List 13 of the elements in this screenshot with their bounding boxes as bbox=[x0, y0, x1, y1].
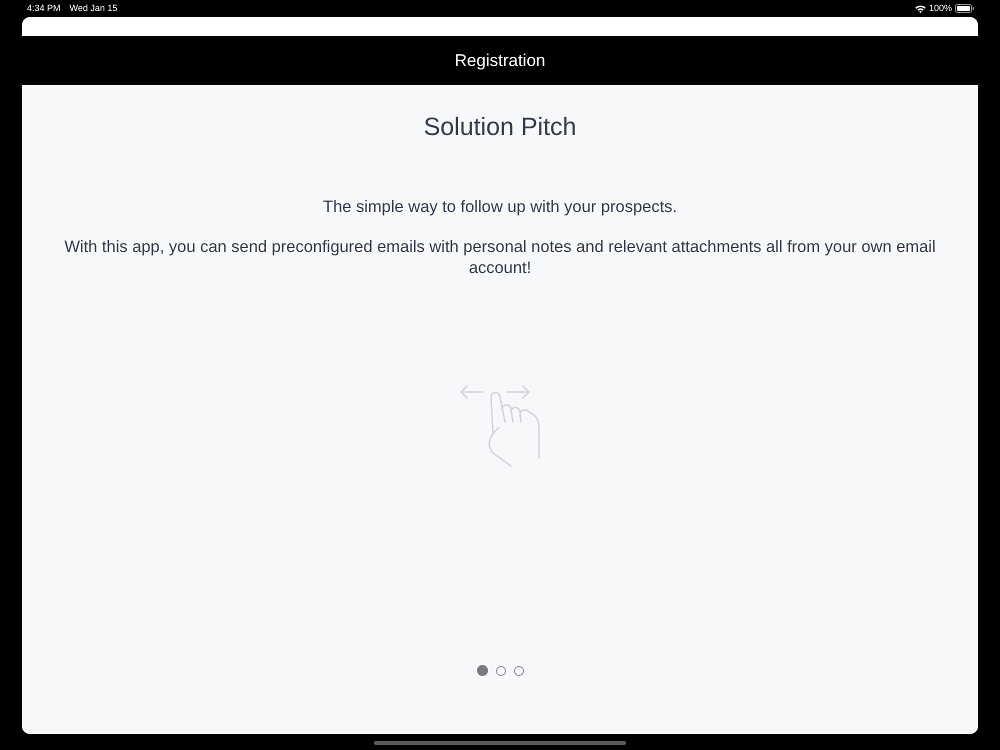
description-text: With this app, you can send preconfigured emails with personal notes and relevant attachments all from your own email account! bbox=[63, 237, 937, 279]
page-title: Solution Pitch bbox=[424, 112, 576, 142]
battery-icon bbox=[955, 4, 974, 13]
status-date: Wed Jan 15 bbox=[70, 3, 118, 14]
description-text: The simple way to follow up with your prospects. bbox=[323, 197, 677, 218]
page-dot-icon[interactable] bbox=[514, 666, 524, 676]
status-time: 4:34 PM bbox=[27, 3, 61, 14]
wifi-icon bbox=[914, 4, 926, 12]
nav-title: Registration bbox=[454, 50, 546, 72]
page-dot-icon[interactable] bbox=[496, 666, 506, 676]
page-dot-icon[interactable] bbox=[476, 665, 488, 676]
battery-percentage: 100% bbox=[928, 3, 952, 14]
hand-swipe-icon bbox=[459, 384, 541, 468]
